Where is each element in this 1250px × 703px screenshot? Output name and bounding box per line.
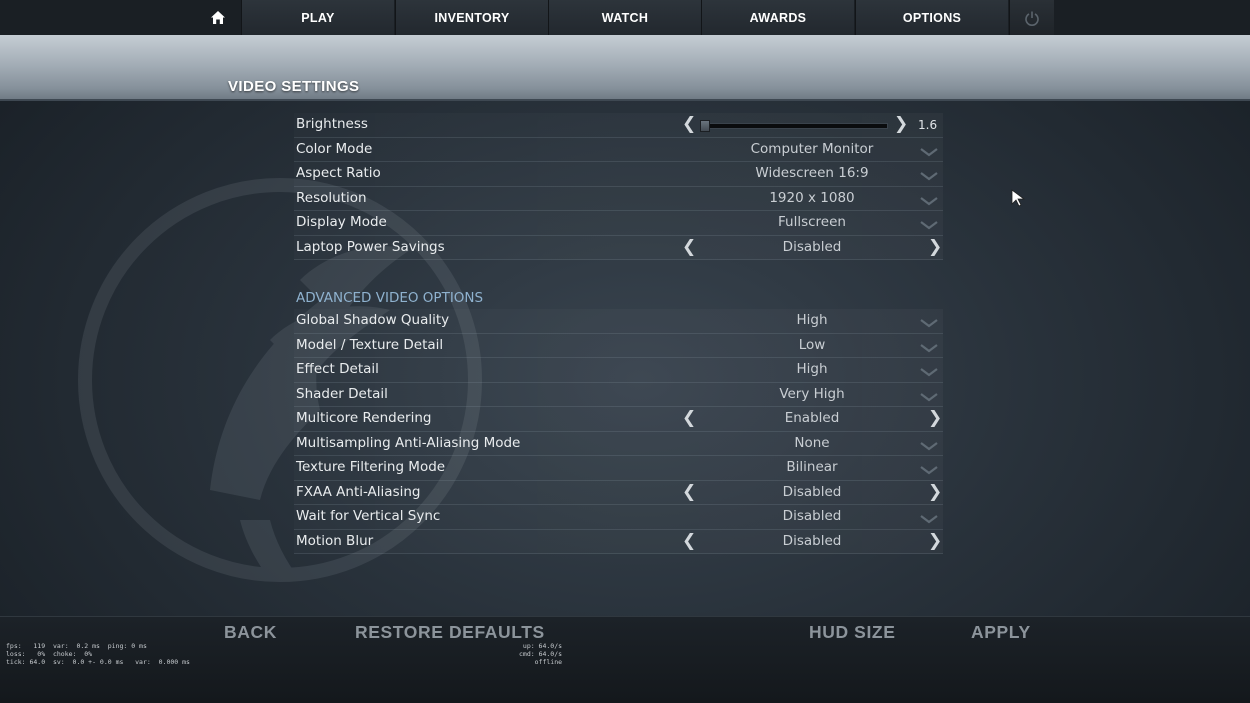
setting-value: Disabled <box>782 532 842 549</box>
setting-row-multisampling-aa[interactable]: Multisampling Anti-Aliasing Mode None <box>294 431 943 456</box>
setting-value: Disabled <box>782 508 842 524</box>
nav-tab-watch[interactable]: WATCH <box>548 0 701 35</box>
setting-label: Model / Texture Detail <box>296 336 444 353</box>
nav-tab-label: PLAY <box>301 10 335 25</box>
setting-value: Disabled <box>782 238 842 255</box>
setting-row-fxaa: FXAA Anti-Aliasing ❮ Disabled ❯ <box>294 480 943 505</box>
nav-tab-label: AWARDS <box>749 10 807 25</box>
setting-row-global-shadow-quality[interactable]: Global Shadow Quality High <box>294 309 943 334</box>
chevron-right-icon[interactable]: ❯ <box>928 531 942 551</box>
setting-row-resolution[interactable]: Resolution 1920 x 1080 <box>294 186 943 211</box>
nav-tab-label: INVENTORY <box>434 10 510 25</box>
netgraph-stats-right: up: 64.0/s cmd: 64.0/s offline <box>519 642 563 666</box>
chevron-down-icon[interactable] <box>920 196 938 206</box>
page-title: VIDEO SETTINGS <box>228 78 360 95</box>
setting-row-color-mode[interactable]: Color Mode Computer Monitor <box>294 137 943 162</box>
setting-value: High <box>796 312 828 328</box>
setting-label: Wait for Vertical Sync <box>296 508 441 524</box>
restore-defaults-button[interactable]: RESTORE DEFAULTS <box>355 622 545 643</box>
power-icon <box>1025 11 1039 26</box>
nav-power-button[interactable] <box>1009 0 1054 35</box>
setting-label: Brightness <box>296 116 368 132</box>
setting-row-effect-detail[interactable]: Effect Detail High <box>294 358 943 383</box>
setting-value: Fullscreen <box>778 214 846 230</box>
chevron-down-icon[interactable] <box>920 220 938 230</box>
setting-value: 1920 x 1080 <box>769 189 855 206</box>
chevron-down-icon[interactable] <box>920 514 938 524</box>
setting-label: Texture Filtering Mode <box>296 459 446 475</box>
nav-tab-options[interactable]: OPTIONS <box>855 0 1008 35</box>
setting-label: Shader Detail <box>296 385 388 402</box>
apply-button[interactable]: APPLY <box>971 622 1031 643</box>
chevron-right-icon[interactable]: ❯ <box>928 482 942 502</box>
setting-row-display-mode[interactable]: Display Mode Fullscreen <box>294 211 943 236</box>
setting-value: Computer Monitor <box>750 140 874 157</box>
nav-tab-inventory[interactable]: INVENTORY <box>395 0 548 35</box>
hud-size-button[interactable]: HUD SIZE <box>809 622 895 643</box>
setting-row-laptop-power-savings: Laptop Power Savings ❮ Disabled ❯ <box>294 235 943 260</box>
section-title: ADVANCED VIDEO OPTIONS <box>296 290 484 306</box>
advanced-video-options-header: ADVANCED VIDEO OPTIONS <box>294 285 943 309</box>
setting-value: Bilinear <box>786 459 838 475</box>
header-band <box>0 35 1250 101</box>
brightness-increase-arrow-icon[interactable]: ❯ <box>894 114 908 134</box>
chevron-right-icon[interactable]: ❯ <box>928 408 942 428</box>
setting-label: Multisampling Anti-Aliasing Mode <box>296 434 521 451</box>
setting-row-motion-blur: Motion Blur ❮ Disabled ❯ <box>294 529 943 554</box>
setting-value: Enabled <box>784 410 840 426</box>
top-nav: PLAY INVENTORY WATCH AWARDS OPTIONS <box>0 0 1250 35</box>
nav-home-button[interactable] <box>195 0 240 35</box>
brightness-decrease-arrow-icon[interactable]: ❮ <box>682 114 696 134</box>
setting-value: None <box>794 434 830 451</box>
home-icon <box>210 11 225 24</box>
netgraph-stats-left: fps: 119 var: 0.2 ms ping: 0 ms loss: 0%… <box>6 642 190 666</box>
setting-label: FXAA Anti-Aliasing <box>296 483 421 500</box>
chevron-down-icon[interactable] <box>920 465 938 475</box>
setting-row-model-texture-detail[interactable]: Model / Texture Detail Low <box>294 333 943 358</box>
mouse-cursor-icon <box>1011 189 1026 207</box>
setting-value: Very High <box>779 385 845 402</box>
setting-label: Display Mode <box>296 214 387 230</box>
chevron-down-icon[interactable] <box>920 171 938 181</box>
setting-label: Resolution <box>296 189 367 206</box>
nav-tab-label: OPTIONS <box>902 10 962 25</box>
brightness-slider-thumb[interactable] <box>700 120 710 132</box>
settings-panel: Brightness ❮ ❯ 1.6 Color Mode Computer M… <box>294 113 943 554</box>
setting-label: Aspect Ratio <box>296 165 381 181</box>
setting-label: Global Shadow Quality <box>296 312 450 328</box>
setting-label: Motion Blur <box>296 532 374 549</box>
chevron-right-icon[interactable]: ❯ <box>928 237 942 257</box>
back-button[interactable]: BACK <box>224 622 277 643</box>
chevron-down-icon[interactable] <box>920 343 938 353</box>
setting-row-texture-filtering[interactable]: Texture Filtering Mode Bilinear <box>294 456 943 481</box>
brightness-slider-track[interactable] <box>701 123 888 129</box>
setting-row-vertical-sync[interactable]: Wait for Vertical Sync Disabled <box>294 505 943 530</box>
setting-label: Color Mode <box>296 140 373 157</box>
chevron-down-icon[interactable] <box>920 147 938 157</box>
chevron-down-icon[interactable] <box>920 441 938 451</box>
setting-value: High <box>796 361 828 377</box>
setting-row-multicore-rendering: Multicore Rendering ❮ Enabled ❯ <box>294 407 943 432</box>
nav-tab-label: WATCH <box>601 10 649 25</box>
setting-label: Multicore Rendering <box>296 410 432 426</box>
chevron-down-icon[interactable] <box>920 318 938 328</box>
setting-value: Disabled <box>782 483 842 500</box>
setting-value: Widescreen 16:9 <box>755 165 869 181</box>
nav-tab-awards[interactable]: AWARDS <box>701 0 854 35</box>
setting-label: Laptop Power Savings <box>296 238 445 255</box>
setting-row-aspect-ratio[interactable]: Aspect Ratio Widescreen 16:9 <box>294 162 943 187</box>
setting-value: Low <box>798 336 826 353</box>
chevron-down-icon[interactable] <box>920 392 938 402</box>
nav-tab-play[interactable]: PLAY <box>241 0 394 35</box>
chevron-down-icon[interactable] <box>920 367 938 377</box>
setting-label: Effect Detail <box>296 361 379 377</box>
setting-row-shader-detail[interactable]: Shader Detail Very High <box>294 382 943 407</box>
setting-row-brightness: Brightness ❮ ❯ 1.6 <box>294 113 943 138</box>
brightness-value: 1.6 <box>918 118 938 132</box>
